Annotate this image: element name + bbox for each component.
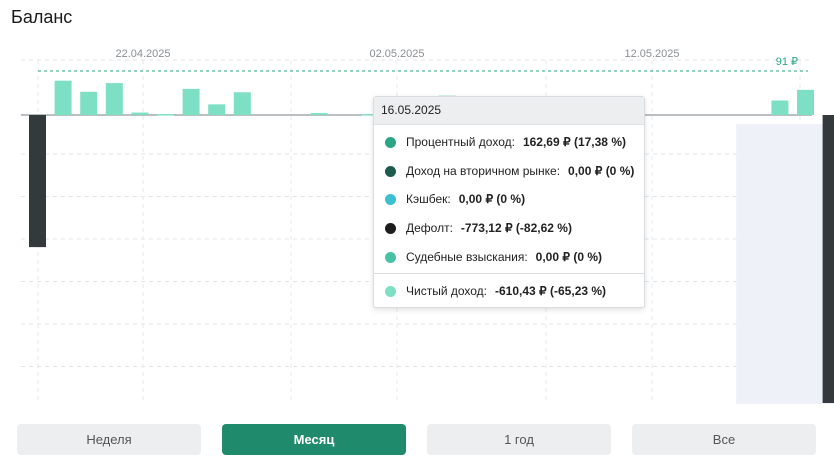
tooltip-row-court: Судебные взыскания: 0,00 ₽ (0 %) bbox=[374, 247, 602, 267]
tooltip-label: Процентный доход: bbox=[406, 135, 515, 149]
bar-22.04.2025 bbox=[208, 104, 226, 115]
bar-16.04.2025 bbox=[54, 80, 72, 115]
period-all-button[interactable]: Все bbox=[632, 424, 816, 455]
bar-19.04.2025 bbox=[131, 112, 149, 115]
chart-tooltip: 16.05.2025 Процентный доход: 162,69 ₽ (1… bbox=[373, 96, 645, 308]
reference-line-label: 91 ₽ bbox=[776, 56, 798, 68]
tooltip-value: 0,00 ₽ (0 %) bbox=[535, 250, 602, 264]
tooltip-dot-secondary bbox=[385, 165, 396, 177]
tooltip-value: -610,43 ₽ (-65,23 %) bbox=[495, 284, 607, 298]
bar-14.05.2025 bbox=[771, 100, 789, 115]
bar-23.04.2025 bbox=[233, 92, 251, 115]
tooltip-dot-net bbox=[385, 285, 396, 297]
bar-15.05.2025 bbox=[797, 89, 814, 115]
bar-16.05.2025 bbox=[822, 115, 834, 403]
tooltip-label: Чистый доход: bbox=[406, 284, 488, 298]
tooltip-label: Судебные взыскания: bbox=[406, 250, 528, 264]
hover-band bbox=[736, 124, 834, 404]
tooltip-dot-interest bbox=[385, 136, 396, 148]
tooltip-value: 162,69 ₽ (17,38 %) bbox=[522, 135, 626, 149]
tooltip-dot-default bbox=[385, 222, 396, 234]
tooltip-date: 16.05.2025 bbox=[374, 97, 644, 125]
period-month-button[interactable]: Месяц bbox=[222, 424, 406, 455]
tooltip-row-interest: Процентный доход: 162,69 ₽ (17,38 %) bbox=[374, 132, 626, 152]
tooltip-value: 0,00 ₽ (0 %) bbox=[568, 164, 635, 178]
tooltip-dot-court bbox=[385, 251, 396, 263]
tooltip-label: Доход на вторичном рынке: bbox=[406, 164, 561, 178]
tooltip-row-cashback: Кэшбек: 0,00 ₽ (0 %) bbox=[374, 189, 525, 209]
period-week-button[interactable]: Неделя bbox=[17, 424, 201, 455]
tooltip-label: Кэшбек: bbox=[406, 192, 451, 206]
x-axis-labels: 22.04.2025 02.05.2025 12.05.2025 bbox=[115, 48, 679, 60]
tooltip-value: -773,12 ₽ (-82,62 %) bbox=[460, 221, 572, 235]
tooltip-row-secondary: Доход на вторичном рынке: 0,00 ₽ (0 %) bbox=[374, 161, 634, 181]
tooltip-value: 0,00 ₽ (0 %) bbox=[458, 192, 526, 206]
tooltip-row-default: Дефолт: -773,12 ₽ (-82,62 %) bbox=[374, 218, 572, 238]
x-tick-label: 02.05.2025 bbox=[369, 48, 424, 60]
bar-18.04.2025 bbox=[105, 83, 123, 115]
bar-15.04.2025 bbox=[29, 115, 46, 248]
x-tick-label: 12.05.2025 bbox=[624, 48, 679, 60]
tooltip-row-net: Чистый доход: -610,43 ₽ (-65,23 %) bbox=[374, 281, 606, 301]
bar-17.04.2025 bbox=[80, 91, 98, 115]
period-selector: Неделя Месяц 1 год Все bbox=[0, 424, 834, 456]
bar-20.04.2025 bbox=[157, 114, 174, 116]
hover-highlight bbox=[736, 124, 834, 404]
bar-26.04.2025 bbox=[310, 113, 328, 115]
tooltip-divider bbox=[374, 273, 644, 274]
tooltip-dot-cashback bbox=[385, 193, 396, 205]
tooltip-label: Дефолт: bbox=[406, 221, 453, 235]
period-year-button[interactable]: 1 год bbox=[427, 424, 611, 455]
bar-21.04.2025 bbox=[182, 88, 200, 115]
x-tick-label: 22.04.2025 bbox=[115, 48, 170, 60]
